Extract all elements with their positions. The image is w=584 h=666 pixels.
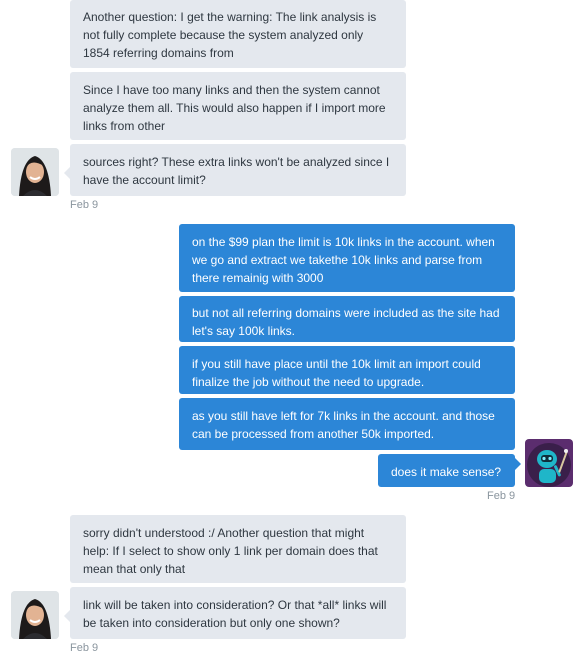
incoming-message: sorry didn't understood :/ Another quest… xyxy=(70,515,406,583)
message-timestamp: Feb 9 xyxy=(70,642,99,654)
message-timestamp: Feb 9 xyxy=(70,199,99,211)
outgoing-message: does it make sense? xyxy=(378,454,515,487)
robot-avatar-image xyxy=(525,439,573,487)
woman-avatar-image xyxy=(11,591,59,639)
woman-avatar[interactable] xyxy=(11,591,59,639)
incoming-message: link will be taken into consideration? O… xyxy=(70,587,406,639)
outgoing-message: if you still have place until the 10k li… xyxy=(179,346,515,394)
bubble-tail xyxy=(64,167,70,179)
incoming-message: sources right? These extra links won't b… xyxy=(70,144,406,196)
outgoing-message: on the $99 plan the limit is 10k links i… xyxy=(179,224,515,292)
outgoing-message: as you still have left for 7k links in t… xyxy=(179,398,515,450)
robot-avatar[interactable] xyxy=(525,439,573,487)
incoming-message: Another question: I get the warning: The… xyxy=(70,0,406,68)
woman-avatar-image xyxy=(11,148,59,196)
outgoing-message: but not all referring domains were inclu… xyxy=(179,296,515,342)
bubble-tail xyxy=(515,458,521,470)
woman-avatar[interactable] xyxy=(11,148,59,196)
bubble-tail xyxy=(64,610,70,622)
incoming-message: Since I have too many links and then the… xyxy=(70,72,406,140)
message-timestamp: Feb 9 xyxy=(487,490,516,502)
